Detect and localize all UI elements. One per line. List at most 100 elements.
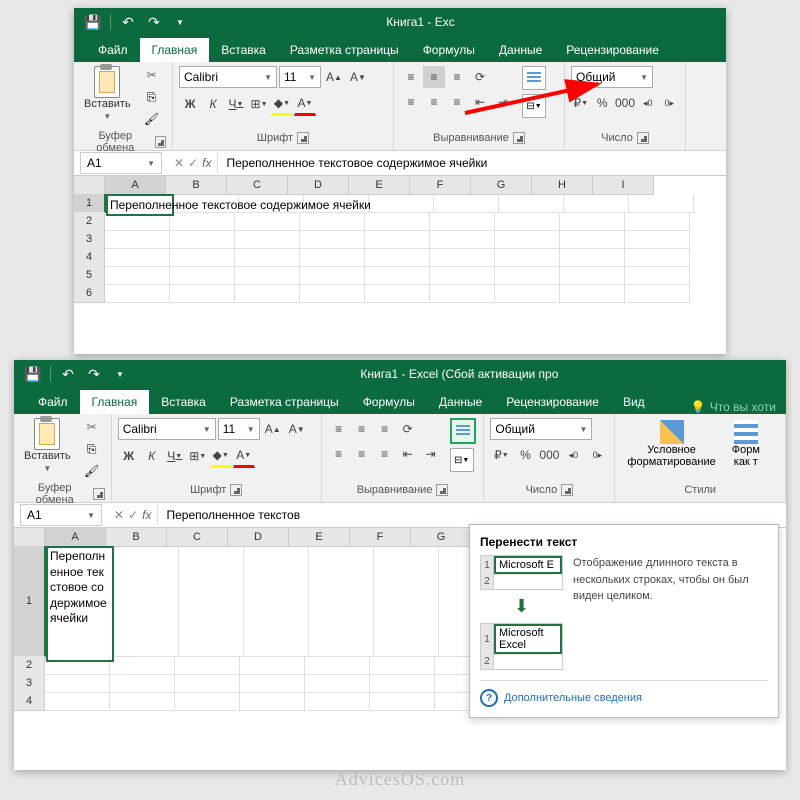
align-center-icon[interactable]: ≡ bbox=[423, 91, 445, 113]
tab-file[interactable]: Файл bbox=[26, 390, 80, 414]
italic-button[interactable]: К bbox=[141, 445, 163, 467]
col-header[interactable]: I bbox=[593, 176, 654, 195]
row-header[interactable]: 2 bbox=[74, 212, 105, 231]
col-header[interactable]: E bbox=[289, 528, 350, 547]
align-center-icon[interactable]: ≡ bbox=[351, 443, 373, 465]
col-header[interactable]: F bbox=[410, 176, 471, 195]
tab-home[interactable]: Главная bbox=[140, 38, 210, 62]
cell[interactable] bbox=[240, 674, 305, 693]
underline-button[interactable]: Ч ▼ bbox=[164, 445, 186, 467]
inc-decimal-icon[interactable]: ◂0 bbox=[638, 92, 658, 114]
cell[interactable] bbox=[434, 194, 499, 213]
clipboard-launcher[interactable] bbox=[155, 136, 166, 148]
comma-icon[interactable]: 000 bbox=[614, 92, 636, 114]
row-header[interactable]: 3 bbox=[14, 674, 45, 693]
col-header[interactable]: C bbox=[227, 176, 288, 195]
bold-button[interactable]: Ж bbox=[118, 445, 140, 467]
save-icon[interactable]: 💾 bbox=[24, 365, 42, 383]
cell[interactable] bbox=[369, 194, 434, 213]
cell[interactable] bbox=[374, 546, 439, 657]
dec-decimal-icon[interactable]: 0▸ bbox=[660, 92, 680, 114]
cell[interactable] bbox=[240, 656, 305, 675]
row-header[interactable]: 4 bbox=[14, 692, 45, 711]
tab-data[interactable]: Данные bbox=[487, 38, 554, 62]
align-launcher[interactable] bbox=[513, 132, 525, 144]
row-header[interactable]: 1 bbox=[74, 194, 106, 213]
number-launcher[interactable] bbox=[561, 484, 573, 496]
percent-icon[interactable]: % bbox=[514, 444, 536, 466]
cell[interactable] bbox=[240, 692, 305, 711]
cell[interactable] bbox=[365, 266, 430, 285]
save-icon[interactable]: 💾 bbox=[84, 13, 102, 31]
col-header[interactable]: G bbox=[471, 176, 532, 195]
cell[interactable] bbox=[370, 656, 435, 675]
cell[interactable] bbox=[430, 212, 495, 231]
cell[interactable] bbox=[499, 194, 564, 213]
format-as-table-button[interactable]: Форм как т bbox=[726, 418, 766, 470]
comma-icon[interactable]: 000 bbox=[538, 444, 560, 466]
tab-review[interactable]: Рецензирование bbox=[494, 390, 611, 414]
font-size-combo[interactable]: 11▼ bbox=[279, 66, 321, 88]
spreadsheet-grid[interactable]: A B C D E F G H I 1Переполненное текстов… bbox=[74, 176, 726, 302]
col-header[interactable]: B bbox=[106, 528, 167, 547]
fx-icon[interactable]: fx bbox=[202, 156, 211, 170]
cell[interactable] bbox=[625, 230, 690, 249]
indent-dec-icon[interactable]: ⇤ bbox=[397, 443, 419, 465]
cell[interactable] bbox=[365, 212, 430, 231]
cell[interactable] bbox=[309, 546, 374, 657]
col-header[interactable]: F bbox=[350, 528, 411, 547]
grow-font-icon[interactable]: A▲ bbox=[262, 418, 284, 440]
cell[interactable] bbox=[300, 212, 365, 231]
col-header[interactable]: A bbox=[105, 176, 166, 196]
paste-button[interactable]: Вставить ▼ bbox=[20, 418, 75, 475]
cancel-formula-icon[interactable]: ✕ bbox=[114, 508, 124, 522]
cell[interactable] bbox=[179, 546, 244, 657]
row-header[interactable]: 6 bbox=[74, 284, 105, 303]
font-name-combo[interactable]: Calibri▼ bbox=[118, 418, 216, 440]
tab-page-layout[interactable]: Разметка страницы bbox=[218, 390, 351, 414]
cell[interactable] bbox=[110, 692, 175, 711]
cell[interactable] bbox=[365, 284, 430, 303]
paste-button[interactable]: Вставить ▼ bbox=[80, 66, 135, 123]
cell[interactable] bbox=[175, 692, 240, 711]
cell[interactable] bbox=[170, 266, 235, 285]
copy-icon[interactable]: ⎘ bbox=[83, 440, 101, 458]
italic-button[interactable]: К bbox=[202, 93, 224, 115]
cell[interactable] bbox=[495, 248, 560, 267]
cell[interactable]: Переполненное текстовое содержимое ячейк… bbox=[106, 194, 174, 216]
align-middle-icon[interactable]: ≡ bbox=[351, 418, 373, 440]
tab-data[interactable]: Данные bbox=[427, 390, 494, 414]
cell[interactable] bbox=[560, 248, 625, 267]
bold-button[interactable]: Ж bbox=[179, 93, 201, 115]
align-left-icon[interactable]: ≡ bbox=[400, 91, 422, 113]
cell[interactable] bbox=[625, 284, 690, 303]
cell[interactable] bbox=[110, 674, 175, 693]
number-format-combo[interactable]: Общий▼ bbox=[571, 66, 653, 88]
cell[interactable] bbox=[305, 656, 370, 675]
cell[interactable] bbox=[170, 230, 235, 249]
col-header[interactable]: A bbox=[45, 528, 106, 548]
cell[interactable] bbox=[430, 230, 495, 249]
cell[interactable] bbox=[625, 248, 690, 267]
cell[interactable] bbox=[365, 248, 430, 267]
cell[interactable] bbox=[170, 248, 235, 267]
clipboard-launcher[interactable] bbox=[93, 488, 104, 500]
cell[interactable] bbox=[305, 692, 370, 711]
border-button[interactable]: ⊞▼ bbox=[187, 445, 209, 467]
shrink-font-icon[interactable]: A▼ bbox=[286, 418, 308, 440]
tab-insert[interactable]: Вставка bbox=[149, 390, 218, 414]
cell[interactable] bbox=[235, 266, 300, 285]
cell[interactable] bbox=[244, 546, 309, 657]
cut-icon[interactable]: ✂ bbox=[83, 418, 101, 436]
font-launcher[interactable] bbox=[230, 484, 242, 496]
cell[interactable] bbox=[564, 194, 629, 213]
font-launcher[interactable] bbox=[297, 132, 309, 144]
cut-icon[interactable]: ✂ bbox=[143, 66, 161, 84]
undo-icon[interactable]: ↶ bbox=[59, 365, 77, 383]
indent-inc-icon[interactable]: ⇥ bbox=[420, 443, 442, 465]
formula-input[interactable]: Переполненное текстов bbox=[157, 505, 786, 525]
inc-decimal-icon[interactable]: ◂0 bbox=[562, 444, 584, 466]
align-right-icon[interactable]: ≡ bbox=[374, 443, 396, 465]
cell[interactable] bbox=[300, 284, 365, 303]
cell[interactable] bbox=[495, 212, 560, 231]
